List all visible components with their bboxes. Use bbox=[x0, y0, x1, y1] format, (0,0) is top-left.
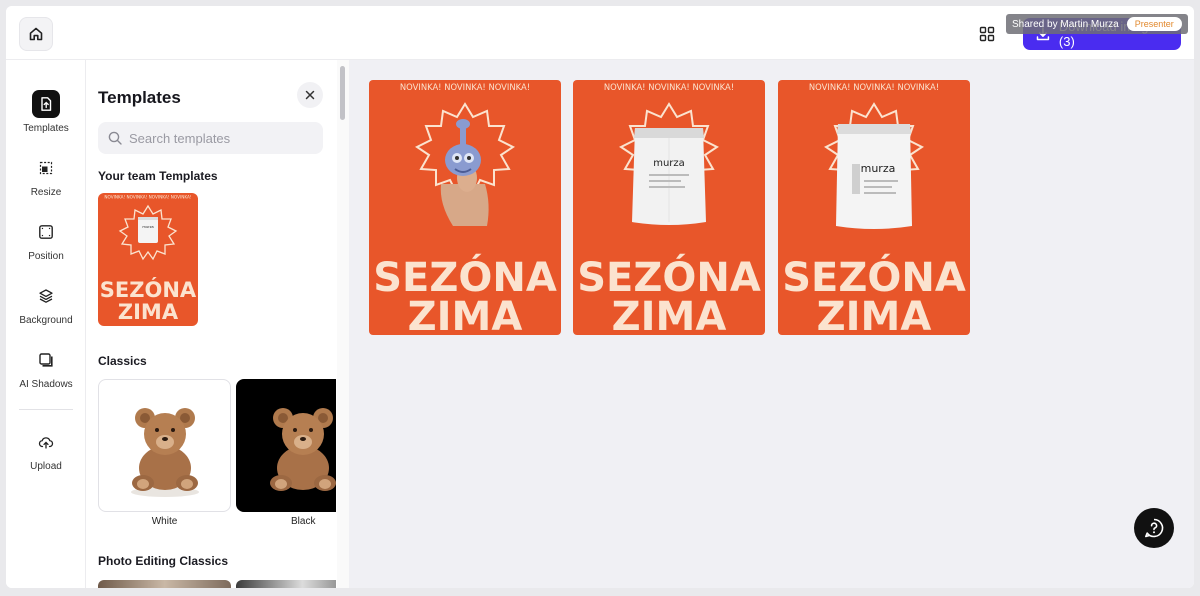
photo-editing-heading: Photo Editing Classics bbox=[98, 554, 229, 568]
classic-card-white[interactable] bbox=[98, 379, 231, 512]
panel-scrollbar[interactable] bbox=[337, 60, 349, 588]
help-button[interactable] bbox=[1134, 508, 1174, 548]
team-templates-heading: Your team Templates bbox=[98, 169, 218, 183]
presenter-badge: Presenter bbox=[1126, 17, 1182, 31]
search-templates-box bbox=[98, 122, 323, 154]
coffee-bag-image: murza bbox=[632, 128, 706, 225]
position-icon bbox=[39, 225, 53, 239]
resize-icon bbox=[39, 161, 53, 175]
teddy-bear-image bbox=[131, 408, 199, 497]
team-template-line1: SEZÓNA bbox=[100, 277, 197, 302]
design-banner: NOVINKA! NOVINKA! NOVINKA! bbox=[604, 82, 734, 92]
team-template-banner: NOVINKA! NOVINKA! NOVINKA! NOVINKA! bbox=[104, 195, 192, 200]
templates-icon bbox=[41, 97, 52, 111]
design-line2: ZIMA bbox=[612, 294, 727, 335]
home-button[interactable] bbox=[19, 17, 53, 51]
design-canvas: NOVINKA! NOVINKA! NOVINKA! SEZÓNA ZIMA N… bbox=[349, 60, 1194, 588]
rail-label-resize: Resize bbox=[30, 187, 62, 198]
screen-share-banner: Shared by Martin Murza Presenter bbox=[1006, 14, 1188, 34]
upload-icon bbox=[38, 437, 54, 449]
layers-icon bbox=[39, 289, 53, 303]
rail-item-resize[interactable]: Resize bbox=[6, 154, 86, 204]
rail-icon-box bbox=[32, 428, 60, 456]
rail-label-upload: Upload bbox=[30, 461, 62, 472]
design-banner: NOVINKA! NOVINKA! NOVINKA! bbox=[400, 82, 530, 92]
rail-item-templates[interactable]: Templates bbox=[6, 90, 86, 140]
rail-label-templates: Templates bbox=[23, 123, 69, 134]
panel-scrollbar-thumb[interactable] bbox=[340, 66, 345, 120]
photo-classic-card[interactable] bbox=[236, 580, 336, 588]
team-template-line2: ZIMA bbox=[118, 300, 179, 324]
design-preview-1: NOVINKA! NOVINKA! NOVINKA! SEZÓNA ZIMA bbox=[369, 80, 561, 335]
coffee-bag-image: murza bbox=[836, 124, 912, 229]
teddy-bear-image bbox=[270, 408, 336, 491]
classic-card-black[interactable] bbox=[236, 379, 336, 512]
search-templates-input[interactable] bbox=[129, 130, 309, 146]
top-bar: Download images (3) Shared by Martin Mur… bbox=[6, 6, 1194, 60]
design-banner: NOVINKA! NOVINKA! NOVINKA! bbox=[809, 82, 939, 92]
design-line2: ZIMA bbox=[408, 294, 523, 335]
rail-item-upload[interactable]: Upload bbox=[6, 428, 86, 478]
rail-label-ai-shadows: AI Shadows bbox=[19, 379, 73, 390]
rail-label-background: Background bbox=[19, 315, 73, 326]
rail-item-background[interactable]: Background bbox=[6, 282, 86, 332]
design-card-3[interactable]: NOVINKA! NOVINKA! NOVINKA! murza SEZÓNA … bbox=[778, 80, 970, 335]
design-preview-3: NOVINKA! NOVINKA! NOVINKA! murza SEZÓNA … bbox=[778, 80, 970, 335]
rail-item-ai-shadows[interactable]: AI Shadows bbox=[6, 346, 86, 396]
search-icon bbox=[108, 131, 122, 145]
rail-item-position[interactable]: Position bbox=[6, 218, 86, 268]
bag-brand: murza bbox=[861, 162, 896, 175]
design-card-2[interactable]: NOVINKA! NOVINKA! NOVINKA! murza SEZÓNA … bbox=[573, 80, 765, 335]
grid-view-icon bbox=[979, 26, 995, 42]
rail-icon-box bbox=[32, 218, 60, 246]
classic-label-white: White bbox=[151, 516, 178, 527]
rail-icon-box bbox=[32, 346, 60, 374]
classics-heading: Classics bbox=[98, 354, 147, 368]
grid-view-button[interactable] bbox=[976, 23, 998, 45]
shared-by-text: Shared by Martin Murza bbox=[1012, 18, 1119, 30]
close-icon bbox=[305, 90, 315, 100]
tool-rail: Templates Resize Position Background AI … bbox=[6, 60, 86, 588]
bag-brand: murza bbox=[653, 158, 685, 169]
close-panel-button[interactable] bbox=[297, 82, 323, 108]
rail-icon-box bbox=[32, 154, 60, 182]
design-line2: ZIMA bbox=[817, 294, 932, 335]
team-template-bag-text: murza bbox=[142, 225, 153, 229]
team-template-preview: NOVINKA! NOVINKA! NOVINKA! NOVINKA! murz… bbox=[98, 193, 198, 326]
classic-label-black: Black bbox=[291, 516, 316, 527]
rail-icon-box bbox=[32, 90, 60, 118]
shadow-icon bbox=[39, 353, 53, 367]
team-template-card[interactable]: NOVINKA! NOVINKA! NOVINKA! NOVINKA! murz… bbox=[98, 193, 198, 326]
app-window: Download images (3) Shared by Martin Mur… bbox=[6, 6, 1194, 588]
rail-divider bbox=[19, 409, 73, 410]
photo-classic-card[interactable] bbox=[98, 580, 231, 588]
design-preview-2: NOVINKA! NOVINKA! NOVINKA! murza SEZÓNA … bbox=[573, 80, 765, 335]
rail-icon-box bbox=[32, 282, 60, 310]
design-card-1[interactable]: NOVINKA! NOVINKA! NOVINKA! SEZÓNA ZIMA bbox=[369, 80, 561, 335]
panel-title: Templates bbox=[98, 88, 181, 107]
rail-label-position: Position bbox=[28, 251, 64, 262]
templates-panel: Templates Your team Templates NOVINKA! N… bbox=[86, 60, 336, 588]
help-icon bbox=[1145, 518, 1164, 538]
home-icon bbox=[29, 27, 43, 41]
